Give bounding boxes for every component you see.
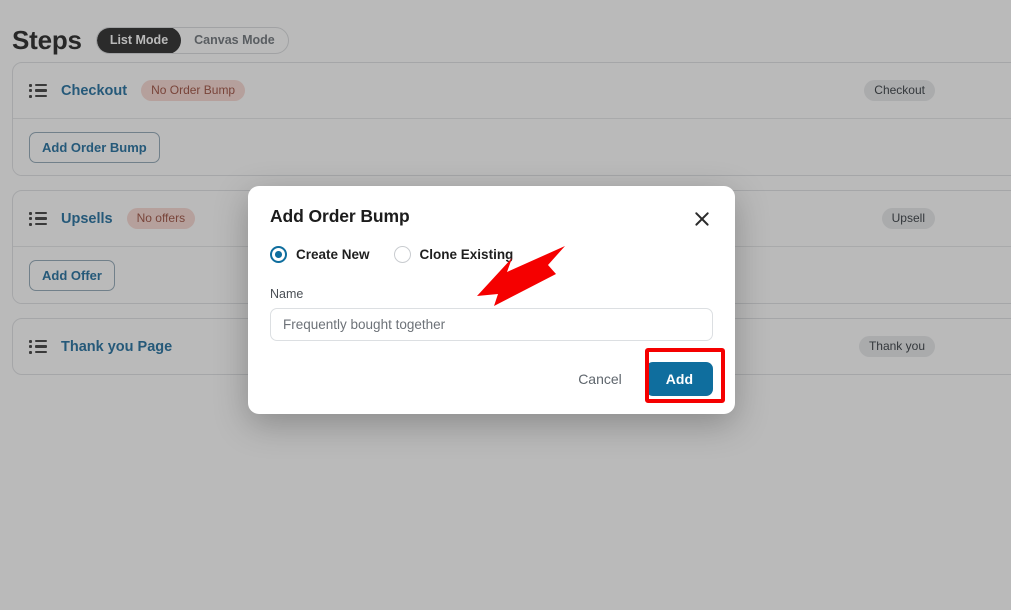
- screen: Steps List Mode Canvas Mode Checkout No …: [0, 0, 1011, 610]
- add-button[interactable]: Add: [645, 362, 713, 396]
- radio-clone-existing[interactable]: Clone Existing: [393, 246, 514, 263]
- radio-indicator: [393, 246, 411, 263]
- add-order-bump-dialog: Add Order Bump Create New Clone Existing…: [248, 186, 735, 414]
- dialog-header: Add Order Bump: [270, 206, 713, 230]
- close-icon[interactable]: [691, 208, 713, 230]
- radio-label: Clone Existing: [419, 247, 514, 262]
- name-input[interactable]: [270, 308, 713, 341]
- cancel-button[interactable]: Cancel: [576, 367, 624, 391]
- radio-create-new[interactable]: Create New: [270, 246, 370, 263]
- source-radio-group: Create New Clone Existing: [270, 246, 713, 263]
- radio-label: Create New: [296, 247, 370, 262]
- dialog-actions: Cancel Add: [270, 362, 713, 396]
- name-field-label: Name: [270, 287, 304, 301]
- dialog-title: Add Order Bump: [270, 206, 410, 226]
- radio-indicator: [270, 246, 287, 263]
